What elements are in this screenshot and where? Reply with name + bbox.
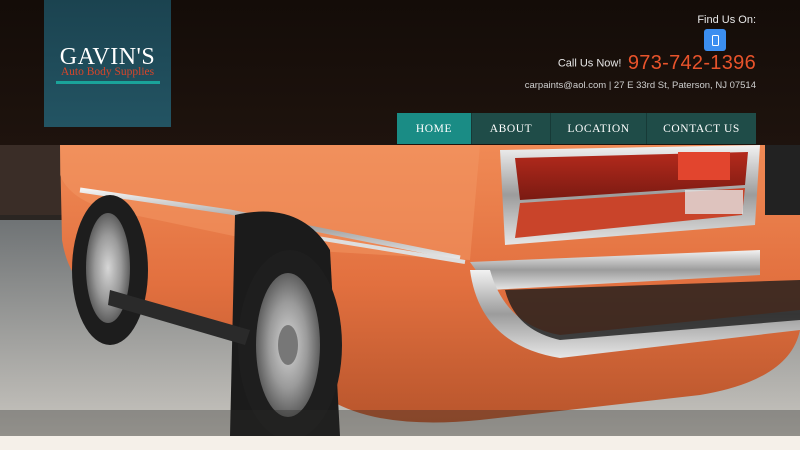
call-row: Call Us Now! 973-742-1396 bbox=[558, 52, 756, 75]
phone-number[interactable]: 973-742-1396 bbox=[628, 52, 756, 74]
main-nav: HOME ABOUT LOCATION CONTACT US bbox=[397, 113, 756, 144]
site-logo[interactable]: GAVIN'S Auto Body Supplies bbox=[44, 0, 171, 127]
nav-location[interactable]: LOCATION bbox=[551, 113, 647, 144]
phone-icon[interactable] bbox=[704, 29, 726, 51]
logo-underline bbox=[56, 81, 160, 84]
contact-line: carpaints@aol.com | 27 E 33rd St, Paters… bbox=[524, 80, 756, 91]
logo-subtitle: Auto Body Supplies bbox=[60, 66, 155, 78]
nav-about[interactable]: ABOUT bbox=[472, 113, 551, 144]
call-label: Call Us Now! bbox=[557, 57, 622, 70]
nav-home[interactable]: HOME bbox=[397, 113, 472, 144]
content-strip bbox=[0, 436, 800, 450]
find-us-label: Find Us On: bbox=[697, 14, 756, 26]
nav-contact-us[interactable]: CONTACT US bbox=[647, 113, 756, 144]
